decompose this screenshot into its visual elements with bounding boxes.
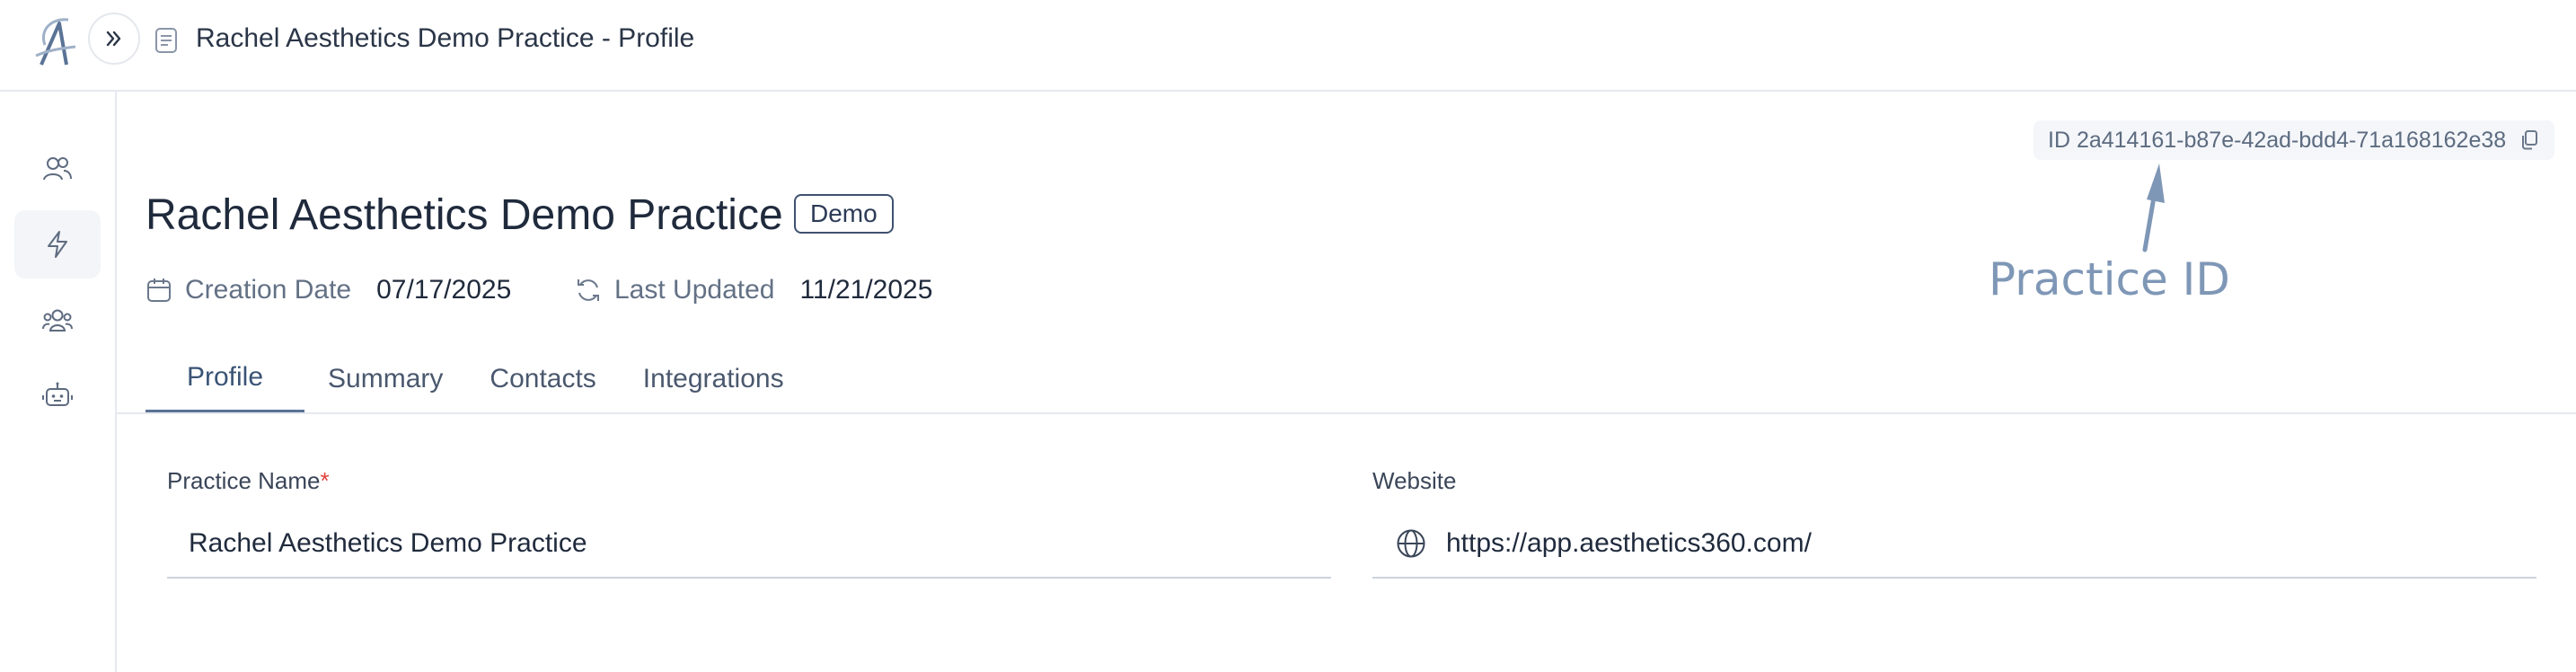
website-label: Website [1372,467,1457,494]
sidebar-item-lightning[interactable] [14,210,101,279]
required-marker: * [320,467,330,494]
website-value: https://app.aesthetics360.com/ [1446,528,1812,558]
tab-integrations[interactable]: Integrations [620,345,807,413]
last-updated-value: 11/21/2025 [799,275,933,305]
globe-icon [1397,529,1425,558]
page-title: Rachel Aesthetics Demo Practice - Profil… [196,23,695,53]
tab-summary[interactable]: Summary [304,345,466,413]
sidebar-item-team[interactable] [14,286,101,354]
annotation-arrow [2142,164,2165,252]
practice-title: Rachel Aesthetics Demo Practice [146,191,783,239]
tab-contacts[interactable]: Contacts [466,345,619,413]
sidebar-item-robot[interactable] [14,361,101,429]
creation-date-label: Creation Date [185,275,352,305]
users-icon [43,157,72,181]
robot-icon [42,382,73,406]
annotation-label: Practice ID [1989,253,2230,305]
top-bar: Rachel Aesthetics Demo Practice - Profil… [0,0,2576,92]
tab-bar: Profile Summary Contacts Integrations [146,345,807,413]
last-updated: Last Updated 11/21/2025 [575,275,932,305]
last-updated-label: Last Updated [614,275,775,305]
practice-name-label: Practice Name* [167,467,330,495]
practice-name-label-text: Practice Name [167,467,321,494]
chevrons-right-icon [106,31,121,47]
logo-icon[interactable] [32,14,83,68]
calendar-icon [147,279,171,302]
team-icon [42,309,73,332]
practice-name-value: Rachel Aesthetics Demo Practice [189,528,587,558]
practice-name-field[interactable]: Rachel Aesthetics Demo Practice [167,510,1331,579]
document-icon [155,28,177,53]
creation-date-value: 07/17/2025 [376,275,512,305]
tab-divider [115,412,2576,414]
expand-sidebar-button[interactable] [88,13,140,65]
refresh-icon [578,279,599,301]
tab-profile[interactable]: Profile [146,345,305,413]
practice-id-badge: ID 2a414161-b87e-42ad-bdd4-71a168162e38 [2033,120,2555,160]
lightning-icon [48,231,67,258]
sidebar [0,90,117,672]
sidebar-item-users[interactable] [14,135,101,203]
demo-badge: Demo [794,194,894,234]
practice-id-text: ID 2a414161-b87e-42ad-bdd4-71a168162e38 [2048,127,2507,153]
creation-date: Creation Date 07/17/2025 [146,275,511,305]
copy-icon[interactable] [2520,129,2538,151]
website-field[interactable]: https://app.aesthetics360.com/ [1372,510,2536,579]
